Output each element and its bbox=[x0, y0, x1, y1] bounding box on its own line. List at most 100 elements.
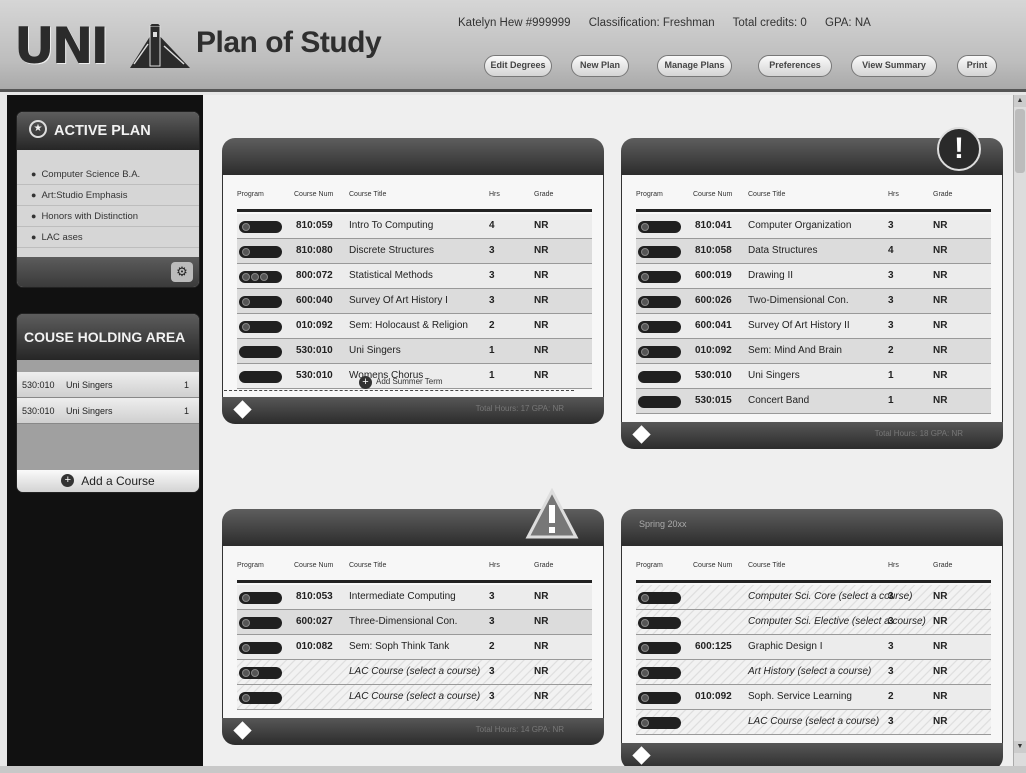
course-num: 810:053 bbox=[296, 591, 333, 602]
course-row[interactable]: 010:082 Sem: Soph Think Tank 2 NR bbox=[237, 635, 592, 660]
course-hrs: 3 bbox=[888, 716, 894, 727]
course-row[interactable]: 600:027 Three-Dimensional Con. 3 NR bbox=[237, 610, 592, 635]
scroll-up-icon[interactable]: ▲ bbox=[1014, 95, 1026, 107]
column-hrs: Hrs bbox=[888, 562, 899, 569]
course-row[interactable]: 600:019 Drawing II 3 NR bbox=[636, 264, 991, 289]
student-name: Katelyn Hew #999999 bbox=[458, 17, 571, 29]
course-row[interactable]: LAC Course (select a course) 3 NR bbox=[636, 710, 991, 735]
alert-triangle-icon[interactable] bbox=[525, 488, 579, 540]
scroll-thumb[interactable] bbox=[1015, 109, 1025, 173]
scroll-down-icon[interactable]: ▼ bbox=[1014, 741, 1026, 753]
edit-degrees-button[interactable]: Edit Degrees bbox=[484, 55, 552, 77]
course-row[interactable]: 810:041 Computer Organization 3 NR bbox=[636, 214, 991, 239]
gear-icon[interactable]: ⚙ bbox=[171, 262, 193, 282]
term-body: Program Course Num Course Title Hrs Grade 810… bbox=[222, 175, 604, 397]
bullet-icon: ● bbox=[31, 190, 37, 200]
course-row[interactable]: LAC Course (select a course) 3 NR bbox=[237, 660, 592, 685]
course-hrs: 3 bbox=[489, 295, 495, 306]
course-num: 530:015 bbox=[695, 395, 732, 406]
preferences-button[interactable]: Preferences bbox=[758, 55, 832, 77]
course-grade: NR bbox=[933, 666, 948, 677]
course-row[interactable]: 010:092 Soph. Service Learning 2 NR bbox=[636, 685, 991, 710]
plan-item[interactable]: ● Computer Science B.A. bbox=[17, 164, 199, 185]
holding-item[interactable]: 530:010 Uni Singers 1 bbox=[17, 372, 199, 398]
course-row[interactable]: 600:125 Graphic Design I 3 NR bbox=[636, 635, 991, 660]
uni-logo: UNI bbox=[14, 20, 190, 72]
course-row[interactable]: 810:080 Discrete Structures 3 NR bbox=[237, 239, 592, 264]
plan-item[interactable]: ● LAC ases bbox=[17, 227, 199, 248]
program-indicator-icon bbox=[239, 617, 282, 629]
bullet-icon: ● bbox=[31, 232, 37, 242]
course-row[interactable]: 600:026 Two-Dimensional Con. 3 NR bbox=[636, 289, 991, 314]
course-title: LAC Course (select a course) bbox=[748, 716, 880, 727]
plan-item[interactable]: ● Art:Studio Emphasis bbox=[17, 185, 199, 206]
course-row[interactable]: LAC Course (select a course) 3 NR bbox=[237, 685, 592, 710]
course-hrs: 3 bbox=[888, 641, 894, 652]
program-indicator-icon bbox=[638, 642, 681, 654]
vertical-scrollbar[interactable]: ▲ ▼ bbox=[1013, 95, 1026, 767]
course-row[interactable]: 010:092 Sem: Holocaust & Religion 2 NR bbox=[237, 314, 592, 339]
star-icon: ★ bbox=[29, 120, 47, 139]
course-hrs: 2 bbox=[888, 345, 894, 356]
bullet-icon: ● bbox=[31, 169, 37, 179]
course-num: 810:059 bbox=[296, 220, 333, 231]
course-row[interactable]: Computer Sci. Elective (select a course)… bbox=[636, 610, 991, 635]
table-header: Program Course Num Course Title Hrs Grade bbox=[223, 189, 603, 205]
diamond-icon[interactable] bbox=[632, 425, 651, 444]
print-button[interactable]: Print bbox=[957, 55, 997, 77]
new-plan-button[interactable]: New Plan bbox=[571, 55, 629, 77]
term-header[interactable]: Spring 20xx bbox=[621, 509, 1003, 546]
course-row[interactable]: 600:041 Survey Of Art History II 3 NR bbox=[636, 314, 991, 339]
course-grade: NR bbox=[534, 666, 549, 677]
term-totals: Total Hours: 17 GPA: NR bbox=[475, 404, 564, 413]
course-num: 600:026 bbox=[695, 295, 732, 306]
plan-item[interactable]: ● Honors with Distinction bbox=[17, 206, 199, 227]
manage-plans-button[interactable]: Manage Plans bbox=[657, 55, 732, 77]
holding-header: COUSE HOLDING AREA bbox=[17, 314, 199, 360]
course-grade: NR bbox=[534, 345, 549, 356]
course-hrs: 3 bbox=[489, 270, 495, 281]
course-title: LAC Course (select a course) bbox=[349, 691, 481, 702]
bottom-bar bbox=[0, 766, 1026, 773]
term-header[interactable] bbox=[222, 138, 604, 175]
term-body: Program Course Num Course Title Hrs Grade 810… bbox=[621, 175, 1003, 422]
course-grade: NR bbox=[933, 320, 948, 331]
course-row[interactable]: 010:092 Sem: Mind And Brain 2 NR bbox=[636, 339, 991, 364]
view-summary-button[interactable]: View Summary bbox=[851, 55, 937, 77]
warning-icon[interactable]: ! bbox=[937, 127, 981, 171]
course-row[interactable]: Computer Sci. Core (select a course) 3 NR bbox=[636, 585, 991, 610]
course-num: 600:019 bbox=[695, 270, 732, 281]
course-row[interactable]: 530:010 Uni Singers 1 NR bbox=[237, 339, 592, 364]
table-header: Program Course Num Course Title Hrs Grade bbox=[622, 189, 1002, 205]
diamond-icon[interactable] bbox=[233, 400, 252, 419]
program-indicator-icon bbox=[239, 592, 282, 604]
course-num: 600:040 bbox=[296, 295, 333, 306]
diamond-icon[interactable] bbox=[632, 746, 651, 765]
course-hrs: 3 bbox=[888, 591, 894, 602]
plus-icon: + bbox=[359, 376, 372, 389]
course-row[interactable]: 600:040 Survey Of Art History I 3 NR bbox=[237, 289, 592, 314]
course-num: 810:041 bbox=[695, 220, 732, 231]
program-indicator-icon bbox=[638, 346, 681, 358]
course-num: 010:092 bbox=[695, 345, 732, 356]
course-row[interactable]: 810:053 Intermediate Computing 3 NR bbox=[237, 585, 592, 610]
term-footer bbox=[621, 743, 1003, 767]
program-indicator-icon bbox=[638, 396, 681, 408]
course-row[interactable]: Art History (select a course) 3 NR bbox=[636, 660, 991, 685]
add-course-button[interactable]: + Add a Course bbox=[17, 470, 199, 492]
course-row[interactable]: 810:059 Intro To Computing 4 NR bbox=[237, 214, 592, 239]
diamond-icon[interactable] bbox=[233, 721, 252, 740]
course-row[interactable]: 530:010 Uni Singers 1 NR bbox=[636, 364, 991, 389]
course-row[interactable]: 530:015 Concert Band 1 NR bbox=[636, 389, 991, 414]
program-indicator-icon bbox=[239, 667, 282, 679]
add-summer-term[interactable]: + Add Summer Term bbox=[224, 376, 574, 400]
course-title: Intermediate Computing bbox=[349, 591, 456, 602]
active-plan-title: ACTIVE PLAN bbox=[54, 123, 151, 139]
course-row[interactable]: 800:072 Statistical Methods 3 NR bbox=[237, 264, 592, 289]
course-hrs: 3 bbox=[489, 691, 495, 702]
column-program: Program bbox=[636, 191, 663, 198]
header-rule bbox=[237, 209, 592, 212]
holding-item[interactable]: 530:010 Uni Singers 1 bbox=[17, 398, 199, 424]
course-row[interactable]: 810:058 Data Structures 4 NR bbox=[636, 239, 991, 264]
course-title: LAC Course (select a course) bbox=[349, 666, 481, 677]
